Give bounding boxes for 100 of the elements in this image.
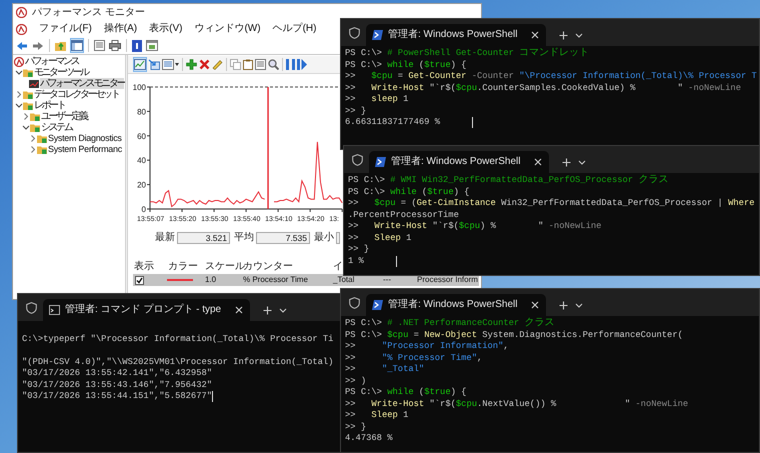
menu-item[interactable]: ファイル(F) <box>39 24 92 34</box>
column-header[interactable]: カラー <box>167 262 204 272</box>
close-icon <box>531 301 540 309</box>
table-cell-text: --- <box>382 276 392 284</box>
close-tab-button[interactable] <box>530 30 540 40</box>
terminal-line: "03/17/2026 13:55:43.146","7.956432" <box>22 380 212 391</box>
show-tree-button[interactable] <box>70 38 84 53</box>
terminal-line: >> sleep 1 <box>345 94 408 106</box>
folder-icon <box>30 123 40 132</box>
tree-item[interactable]: パフォーマンス <box>25 56 78 67</box>
terminal-line: "03/17/2026 13:55:42.141","6.432958" <box>22 368 212 380</box>
panel-button[interactable] <box>145 38 159 53</box>
terminal-line: 6.66311837177469 % <box>345 117 442 128</box>
folder-icon <box>23 90 33 99</box>
menu-item[interactable]: 表示(V) <box>149 24 182 34</box>
properties-button[interactable] <box>254 57 267 72</box>
close-tab-button[interactable] <box>234 305 244 315</box>
tree-item[interactable]: System Diagnostics <box>48 133 122 144</box>
x-icon <box>199 59 210 70</box>
step-button[interactable] <box>296 57 308 72</box>
table-cell-text: _Total <box>332 276 356 284</box>
zoom-button[interactable] <box>267 57 280 72</box>
axis-label: 100 <box>132 83 146 92</box>
tab-title: 管理者: Windows PowerShell <box>388 300 518 310</box>
powershell-icon <box>372 300 383 310</box>
pause-button[interactable] <box>285 57 296 72</box>
terminal-tab[interactable]: 管理者: Windows PowerShell <box>366 24 546 46</box>
properties-button[interactable] <box>93 38 106 53</box>
freeze-display-button[interactable] <box>147 57 161 72</box>
tree-item[interactable]: System Performanc <box>48 144 122 155</box>
new-tab-button[interactable] <box>561 157 572 167</box>
tree-item[interactable]: ユーザー定義 <box>41 111 87 122</box>
tree-item[interactable]: システム <box>41 122 72 133</box>
tree-item[interactable]: レポート <box>34 100 64 111</box>
add-counter-button[interactable] <box>185 57 198 72</box>
checkbox[interactable] <box>135 276 144 284</box>
y-tick <box>146 208 150 210</box>
graph-view-button[interactable] <box>133 57 147 72</box>
printer-icon <box>109 40 121 51</box>
y-tick <box>146 110 150 112</box>
paste-button[interactable] <box>242 57 254 72</box>
column-header[interactable]: カウンター <box>242 262 332 272</box>
menu-item[interactable]: 操作(A) <box>104 24 138 34</box>
axis-label: 0 <box>142 205 146 214</box>
gauge-icon <box>16 7 27 18</box>
terminal-line: >> } <box>345 422 366 433</box>
help-button[interactable] <box>131 38 143 53</box>
column-header[interactable]: イ <box>332 262 343 272</box>
window-title: パフォーマンス モニター <box>32 6 145 20</box>
close-tab-button[interactable] <box>533 157 544 167</box>
export-button[interactable] <box>108 38 122 53</box>
chevron-down-icon <box>575 302 584 308</box>
folder-icon <box>30 112 40 121</box>
shield-icon <box>349 297 360 309</box>
new-tab-button[interactable] <box>558 30 568 40</box>
column-header[interactable]: 表示 <box>133 262 167 272</box>
step-icon <box>297 59 307 70</box>
window-icon <box>146 40 158 51</box>
chevron-down-icon <box>575 32 584 38</box>
plus-icon <box>558 30 568 40</box>
y-tick <box>146 86 150 88</box>
copy-icon <box>230 59 241 70</box>
x-tick <box>246 208 247 212</box>
new-tab-button[interactable] <box>558 300 568 310</box>
stat-label: 最新 <box>155 232 175 242</box>
terminal-line: >> $cpu = (Get-CimInstance Win32_PerfFormattedData_PerfOS_Processor | Where <box>348 198 755 210</box>
terminal-line: >> "Processor Information", <box>345 341 509 352</box>
sheet-icon <box>255 59 266 70</box>
tree-item[interactable]: パフォーマンス モニター <box>40 78 124 89</box>
window-icon <box>71 40 83 51</box>
menu-item[interactable]: ヘルプ(H) <box>272 24 316 34</box>
arrow-box-icon <box>148 59 160 70</box>
x-tick <box>278 208 279 212</box>
terminal-tab[interactable]: 管理者: Windows PowerShell <box>366 294 546 316</box>
tab-title: 管理者: Windows PowerShell <box>388 30 518 40</box>
axis-label: 60 <box>137 132 146 141</box>
pencil-icon <box>212 59 223 70</box>
close-tab-button[interactable] <box>530 300 540 310</box>
axis-label: 40 <box>137 156 146 166</box>
change-graph-type-button[interactable] <box>161 57 180 72</box>
terminal-line: >> ) <box>345 376 366 387</box>
terminal-line: 4.47368 % <box>345 433 393 444</box>
right-arrow-icon <box>32 40 44 50</box>
delete-counter-button[interactable] <box>198 57 211 72</box>
terminal-tab[interactable]: 管理者: コマンド プロンプト - type <box>43 299 250 321</box>
terminal-line: >> Write-Host "`r$($cpu) % " -noNewLine <box>348 221 602 232</box>
tree-item[interactable]: データ コレクター セット <box>34 89 118 100</box>
menu-item[interactable]: ウィンドウ(W) <box>194 24 261 34</box>
terminal-line: PS C:\> $cpu = New-Object System.Diagnostics.PerformanceCounter( <box>345 330 683 341</box>
check-icon <box>136 276 143 284</box>
tree-item[interactable]: モニター ツール <box>34 67 88 78</box>
terminal-line: 1 % <box>348 256 365 267</box>
table-row[interactable]: 1.0 % Processor Time _Total --- Processor Inform <box>133 274 479 286</box>
folder-arrow-icon <box>55 40 67 51</box>
terminal-tab[interactable]: 管理者: Windows PowerShell <box>369 151 550 173</box>
terminal-line: PS C:\> # WMI Win32_PerfFormattedData_PerfOS_Processor クラス <box>348 174 668 186</box>
folder-icon <box>23 68 33 77</box>
table-cell-text: % Processor Time <box>242 276 309 284</box>
new-tab-button[interactable] <box>262 305 272 315</box>
terminal-line: >> } <box>348 244 370 256</box>
